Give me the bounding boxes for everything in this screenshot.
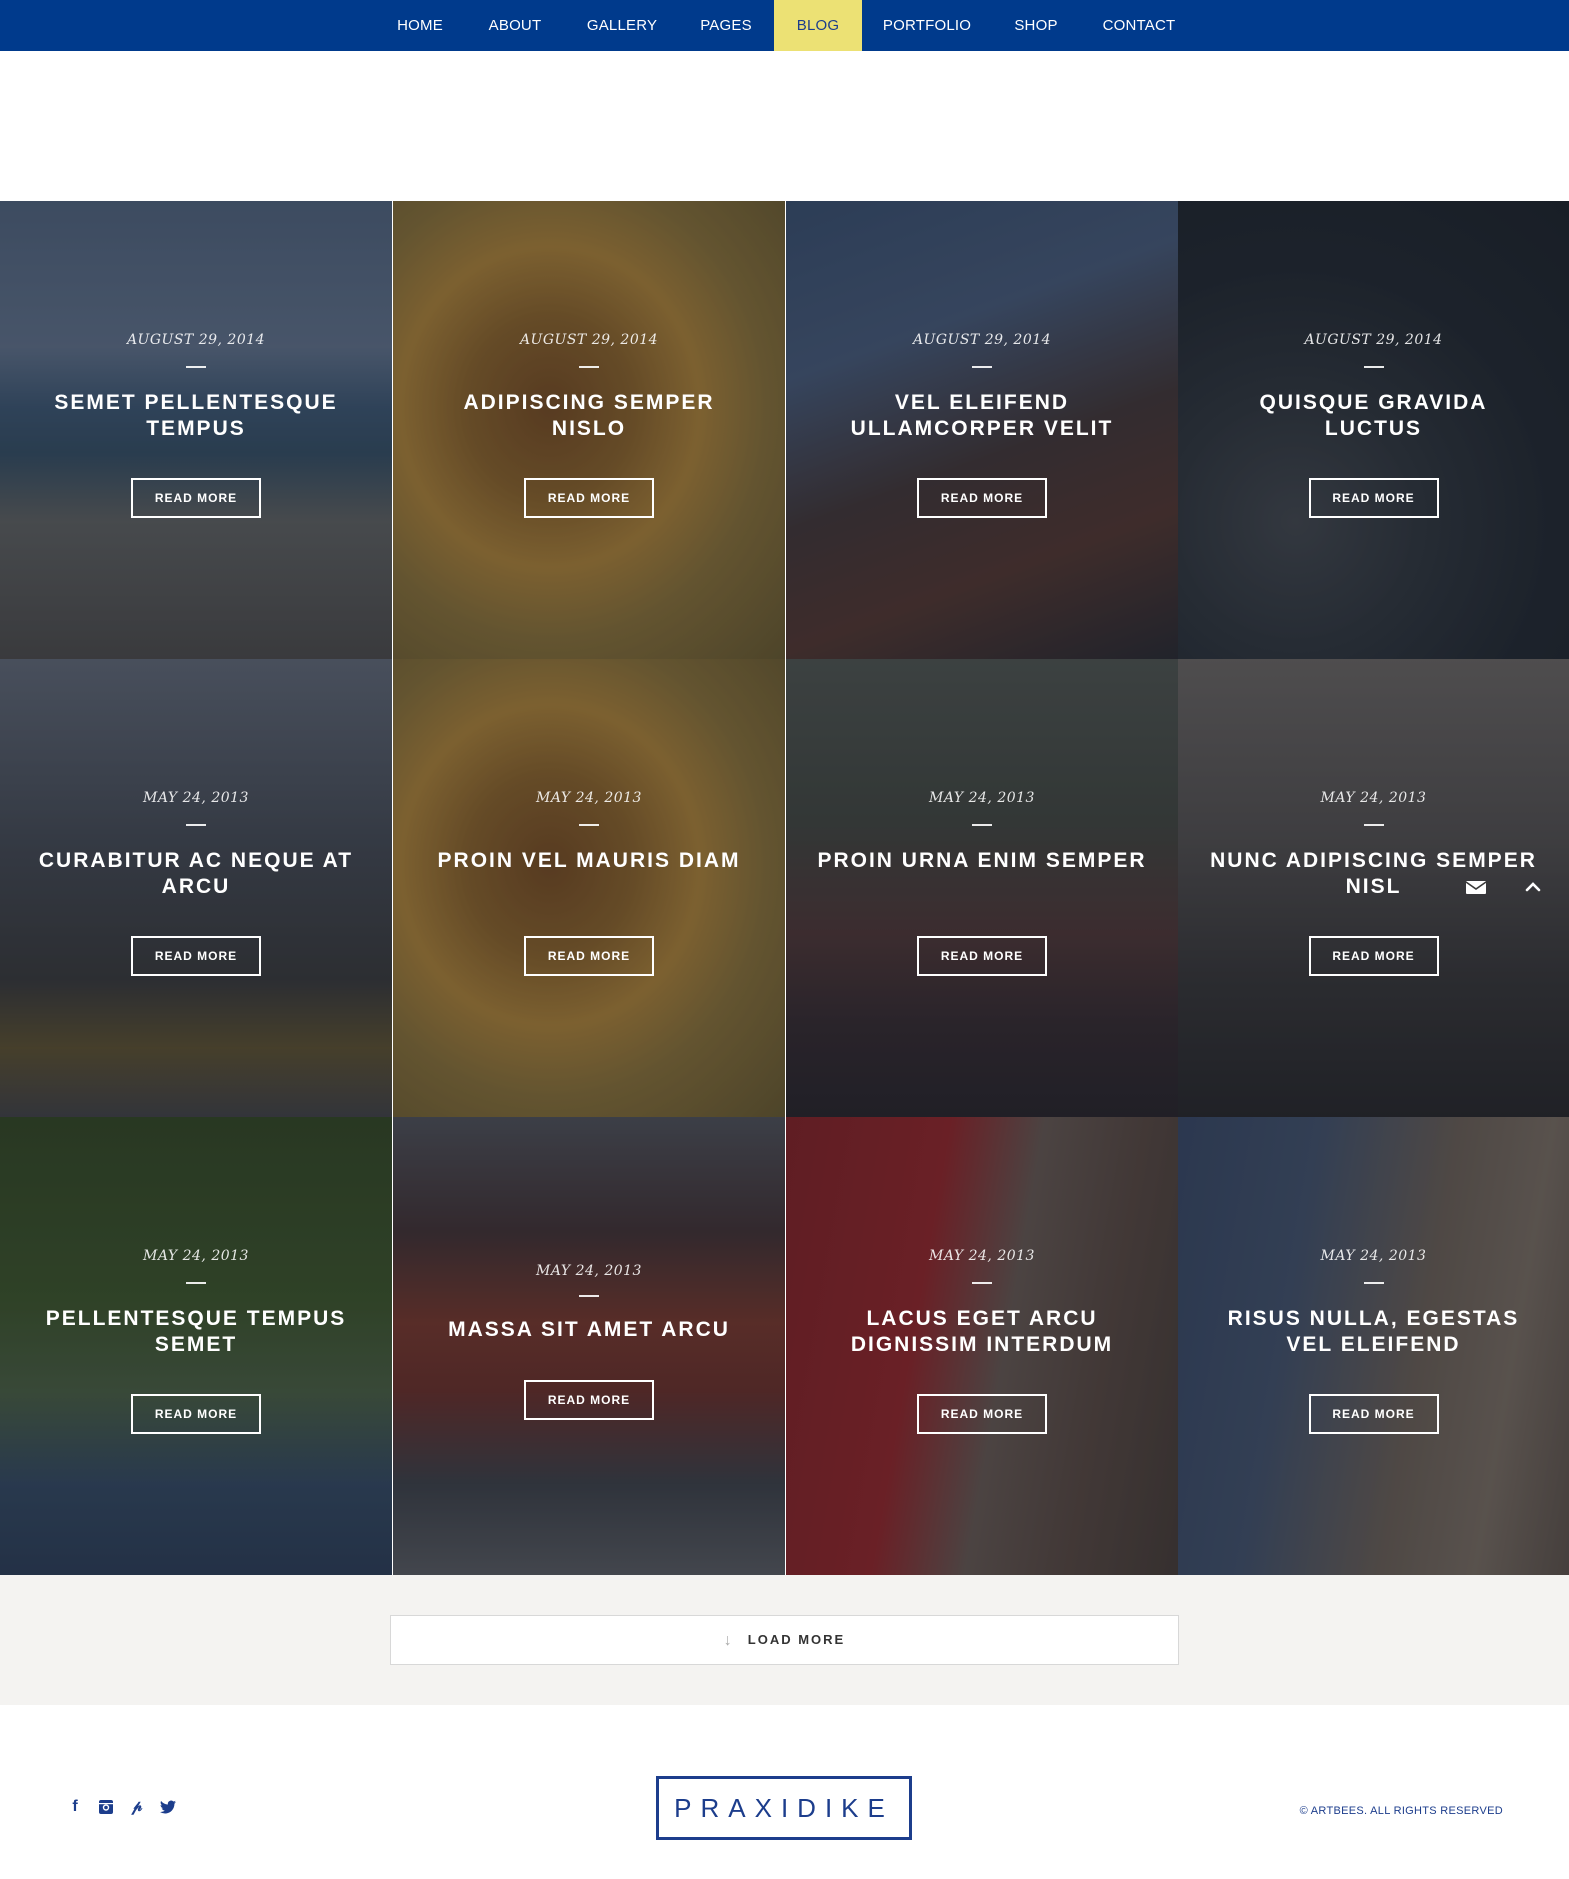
date-divider xyxy=(1363,366,1384,368)
read-more-button[interactable]: READ MORE xyxy=(131,478,261,518)
read-more-button[interactable]: READ MORE xyxy=(1308,936,1439,976)
nav-item-about[interactable]: ABOUT xyxy=(470,0,560,51)
post-date: MAY 24, 2013 xyxy=(143,1248,249,1264)
post-title[interactable]: VEL ELEIFEND ULLAMCORPER VELIT xyxy=(816,390,1148,442)
date-divider xyxy=(186,824,206,826)
nav-item-portfolio[interactable]: PORTFOLIO xyxy=(874,0,980,51)
post-card[interactable]: MAY 24, 2013 PROIN URNA ENIM SEMPER READ… xyxy=(786,659,1178,1117)
date-divider xyxy=(972,824,992,826)
post-date: MAY 24, 2013 xyxy=(536,1263,642,1279)
post-title[interactable]: MASSA SIT AMET ARCU xyxy=(423,1317,755,1343)
envelope-icon[interactable] xyxy=(1461,872,1491,902)
post-card[interactable]: AUGUST 29, 2014 SEMET PELLENTESQUE TEMPU… xyxy=(0,201,392,659)
nav-item-home[interactable]: HOME xyxy=(376,0,464,51)
post-title[interactable]: PELLENTESQUE TEMPUS SEMET xyxy=(30,1306,362,1358)
nav-item-pages[interactable]: PAGES xyxy=(682,0,770,51)
post-date: MAY 24, 2013 xyxy=(1320,1248,1427,1264)
post-title[interactable]: PROIN VEL MAURIS DIAM xyxy=(423,848,755,874)
post-card[interactable]: MAY 24, 2013 NUNC ADIPISCING SEMPER NISL… xyxy=(1178,659,1569,1117)
post-title[interactable]: RISUS NULLA, EGESTAS VEL ELEIFEND xyxy=(1208,1306,1539,1358)
post-date: MAY 24, 2013 xyxy=(143,790,249,806)
post-date: MAY 24, 2013 xyxy=(929,1248,1035,1264)
copyright-text: © ARTBEES. ALL RIGHTS RESERVED xyxy=(1299,1805,1503,1817)
post-title[interactable]: SEMET PELLENTESQUE TEMPUS xyxy=(30,390,362,442)
read-more-button[interactable]: READ MORE xyxy=(917,936,1047,976)
read-more-button[interactable]: READ MORE xyxy=(131,1394,261,1434)
post-card[interactable]: AUGUST 29, 2014 VEL ELEIFEND ULLAMCORPER… xyxy=(786,201,1178,659)
read-more-button[interactable]: READ MORE xyxy=(524,936,654,976)
post-card[interactable]: MAY 24, 2013 MASSA SIT AMET ARCU READ MO… xyxy=(393,1117,785,1575)
date-divider xyxy=(579,1295,599,1297)
post-date: AUGUST 29, 2014 xyxy=(126,332,266,348)
read-more-button[interactable]: READ MORE xyxy=(917,1394,1047,1434)
read-more-button[interactable]: READ MORE xyxy=(131,936,261,976)
date-divider xyxy=(186,1282,206,1284)
post-card[interactable]: MAY 24, 2013 LACUS EGET ARCU DIGNISSIM I… xyxy=(786,1117,1178,1575)
nav-item-shop[interactable]: SHOP xyxy=(1000,0,1072,51)
twitter-icon[interactable] xyxy=(159,1798,177,1816)
pinterest-icon[interactable]: 𝓅 xyxy=(128,1798,146,1816)
post-date: AUGUST 29, 2014 xyxy=(1304,332,1443,348)
date-divider xyxy=(579,824,599,826)
blog-post-grid: AUGUST 29, 2014 SEMET PELLENTESQUE TEMPU… xyxy=(0,201,1569,1575)
post-title[interactable]: CURABITUR AC NEQUE AT ARCU xyxy=(30,848,362,900)
post-card[interactable]: AUGUST 29, 2014 ADIPISCING SEMPER NISLO … xyxy=(393,201,785,659)
post-title[interactable]: LACUS EGET ARCU DIGNISSIM INTERDUM xyxy=(816,1306,1148,1358)
post-card[interactable]: AUGUST 29, 2014 QUISQUE GRAVIDA LUCTUS R… xyxy=(1178,201,1569,659)
load-more-button[interactable]: ↓ LOAD MORE xyxy=(390,1615,1179,1665)
read-more-button[interactable]: READ MORE xyxy=(524,478,654,518)
read-more-button[interactable]: READ MORE xyxy=(1308,1394,1439,1434)
date-divider xyxy=(972,1282,992,1284)
load-more-section: ↓ LOAD MORE xyxy=(0,1575,1569,1705)
date-divider xyxy=(1363,824,1384,826)
nav-item-contact[interactable]: CONTACT xyxy=(1094,0,1184,51)
post-date: AUGUST 29, 2014 xyxy=(912,332,1052,348)
post-card[interactable]: MAY 24, 2013 PELLENTESQUE TEMPUS SEMET R… xyxy=(0,1117,392,1575)
post-date: MAY 24, 2013 xyxy=(929,790,1035,806)
facebook-icon[interactable]: f xyxy=(66,1798,84,1816)
read-more-button[interactable]: READ MORE xyxy=(917,478,1047,518)
arrow-down-icon: ↓ xyxy=(723,1631,734,1649)
post-date: MAY 24, 2013 xyxy=(1320,790,1427,806)
date-divider xyxy=(579,366,599,368)
main-navigation: HOME ABOUT GALLERY PAGES BLOG PORTFOLIO … xyxy=(0,0,1569,51)
read-more-button[interactable]: READ MORE xyxy=(1308,478,1439,518)
post-card[interactable]: MAY 24, 2013 CURABITUR AC NEQUE AT ARCU … xyxy=(0,659,392,1117)
instagram-icon[interactable] xyxy=(97,1798,115,1816)
date-divider xyxy=(186,366,206,368)
post-title[interactable]: QUISQUE GRAVIDA LUCTUS xyxy=(1208,390,1539,442)
nav-item-gallery[interactable]: GALLERY xyxy=(574,0,670,51)
date-divider xyxy=(1363,1282,1384,1284)
nav-item-blog[interactable]: BLOG xyxy=(774,0,862,51)
post-title[interactable]: ADIPISCING SEMPER NISLO xyxy=(423,390,755,442)
post-card[interactable]: MAY 24, 2013 RISUS NULLA, EGESTAS VEL EL… xyxy=(1178,1117,1569,1575)
site-logo[interactable]: PRAXIDIKE xyxy=(656,1776,912,1840)
date-divider xyxy=(972,366,992,368)
load-more-label: LOAD MORE xyxy=(747,1632,846,1647)
post-date: AUGUST 29, 2014 xyxy=(519,332,659,348)
post-title[interactable]: PROIN URNA ENIM SEMPER xyxy=(816,848,1148,874)
chevron-up-icon[interactable] xyxy=(1518,872,1548,902)
post-date: MAY 24, 2013 xyxy=(536,790,642,806)
read-more-button[interactable]: READ MORE xyxy=(524,1380,654,1420)
post-card[interactable]: MAY 24, 2013 PROIN VEL MAURIS DIAM READ … xyxy=(393,659,785,1117)
